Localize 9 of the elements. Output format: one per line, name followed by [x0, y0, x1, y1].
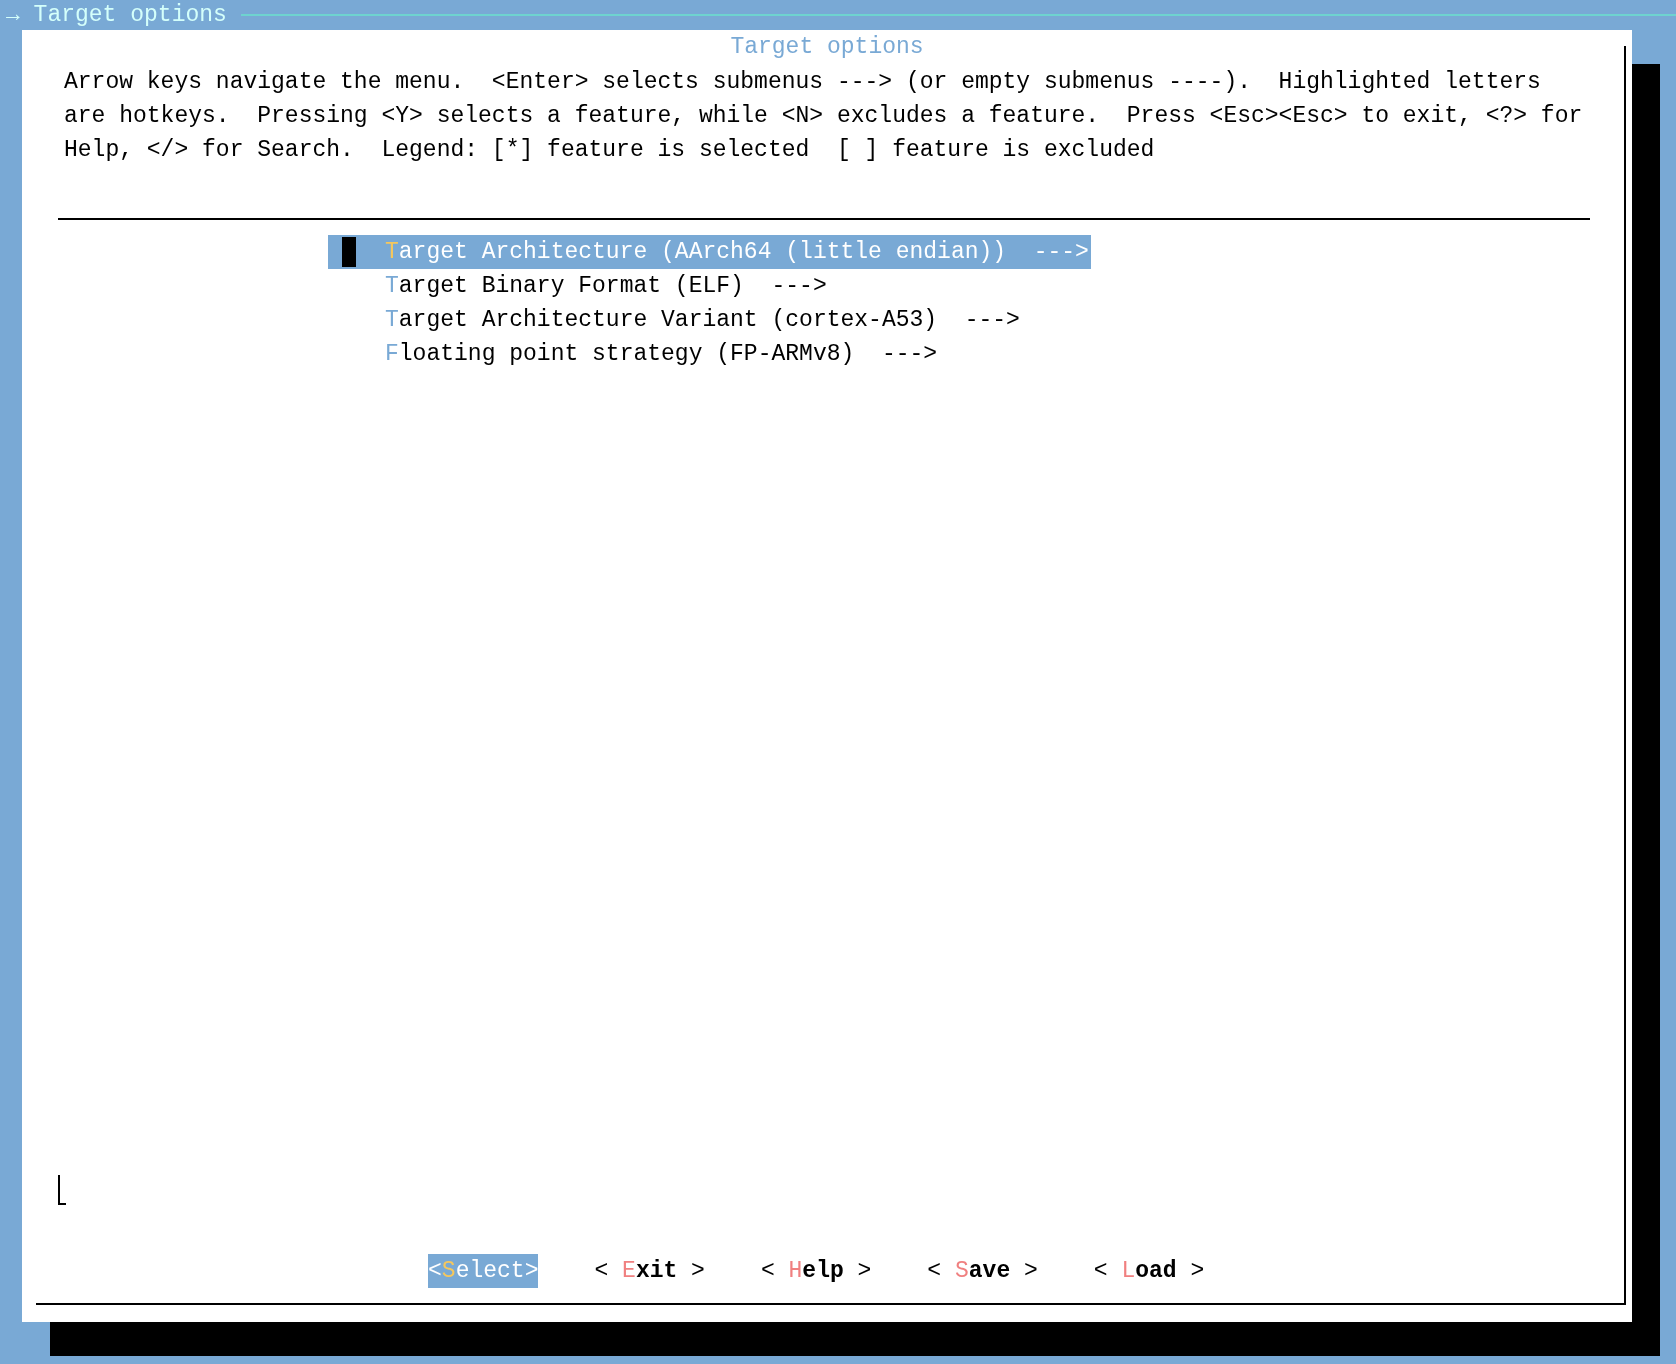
menu-item[interactable]: Floating point strategy (FP-ARMv8) --->: [328, 337, 940, 371]
window-title: → Target options: [6, 1, 227, 30]
menu-item[interactable]: Target Architecture Variant (cortex-A53) --->: [328, 303, 1022, 337]
menu-item[interactable]: Target Binary Format (ELF) --->: [328, 269, 829, 303]
help-text: Arrow keys navigate the menu. <Enter> selects submenus ---> (or empty submenus ----). Highlighted letters: [64, 68, 1542, 97]
help-text: Help, </> for Search. Legend: [*] feature is selected [ ] feature is excluded: [64, 136, 1156, 165]
frame-corner: [58, 1175, 66, 1205]
dialog-title: Target options: [730, 33, 924, 62]
help-text: are hotkeys. Pressing <Y> selects a feature, while <N> excludes a feature. Press <Esc><Esc> to exit, <?> for: [64, 102, 1584, 131]
